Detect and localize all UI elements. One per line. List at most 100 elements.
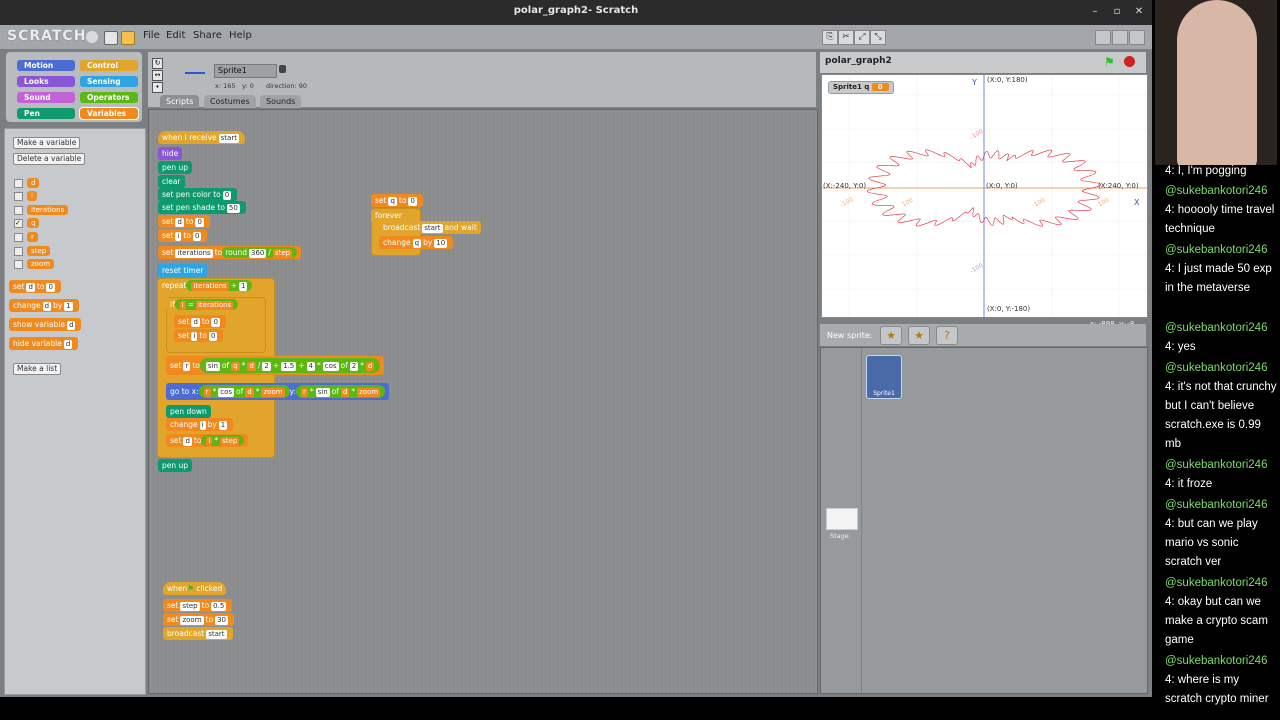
- change-i-block[interactable]: change i by 1: [166, 418, 234, 431]
- if-block[interactable]: if i = iterations: [166, 298, 243, 311]
- zoom-reporter[interactable]: zoom: [357, 388, 381, 397]
- message-slot[interactable]: start: [206, 630, 227, 639]
- palette-hide-variable-block[interactable]: hide variable d: [9, 337, 79, 350]
- set-d-block[interactable]: set d to 0: [158, 215, 210, 228]
- category-control[interactable]: Control: [80, 60, 138, 71]
- pen-up-block[interactable]: pen up: [158, 161, 193, 174]
- variable-q[interactable]: q: [27, 218, 40, 228]
- set-q-block[interactable]: set q to 0: [371, 194, 423, 207]
- d-reporter[interactable]: d: [245, 388, 254, 397]
- duplicate-tool-icon[interactable]: ⎘: [822, 30, 838, 45]
- rotate-style-icon[interactable]: ↻: [152, 58, 163, 69]
- checkbox-zoom[interactable]: [14, 260, 23, 269]
- small-stage-icon[interactable]: [1095, 30, 1111, 45]
- category-looks[interactable]: Looks: [17, 76, 75, 87]
- var-slot[interactable]: iterations: [175, 249, 213, 258]
- set-i-block[interactable]: set i to 0: [158, 229, 208, 242]
- value-slot[interactable]: 0: [46, 283, 55, 292]
- x-formula-reporter[interactable]: r * cos of d * zoom: [198, 385, 290, 398]
- value-slot[interactable]: 50: [226, 204, 240, 213]
- value-slot[interactable]: 1: [238, 282, 248, 291]
- tab-sounds[interactable]: Sounds: [260, 95, 302, 108]
- maximize-icon[interactable]: ▫: [1110, 5, 1124, 19]
- category-pen[interactable]: Pen: [17, 108, 75, 119]
- checkbox-iterations[interactable]: [14, 206, 23, 215]
- set-r-block[interactable]: set r to sin of q * d/2 +1.5 +4 * cos of 2 * d: [166, 356, 385, 375]
- step-reporter[interactable]: step: [272, 249, 293, 258]
- broadcast-and-wait-block[interactable]: broadcast start and wait: [379, 221, 481, 234]
- var-slot[interactable]: i: [199, 421, 206, 430]
- make-variable-button[interactable]: Make a variable: [13, 137, 81, 149]
- flip-style-icon[interactable]: ↔: [152, 70, 163, 81]
- change-q-block[interactable]: change q by 10: [379, 236, 454, 249]
- value-slot[interactable]: 0: [195, 218, 204, 227]
- paint-sprite-icon[interactable]: ★: [880, 326, 902, 345]
- set-iterations-block[interactable]: set iterations to round 360/step: [158, 246, 302, 259]
- stop-icon[interactable]: [1124, 56, 1135, 67]
- message-slot[interactable]: start: [422, 224, 443, 233]
- set-zoom-block[interactable]: set zoom to 30: [163, 613, 234, 626]
- value-slot[interactable]: 2: [262, 362, 271, 371]
- value-slot[interactable]: 1: [64, 302, 73, 311]
- menu-share[interactable]: Share: [193, 30, 222, 41]
- set-pen-shade-block[interactable]: set pen shade to 50: [158, 201, 246, 214]
- round-reporter[interactable]: round 360/step: [222, 247, 298, 258]
- go-to-xy-block[interactable]: go to x: r * cos of d * zoom y: r * sin of d * zoom: [166, 383, 390, 400]
- grow-tool-icon[interactable]: ⤢: [854, 30, 870, 45]
- value-slot[interactable]: 360: [249, 249, 267, 258]
- variable-step[interactable]: step: [27, 246, 51, 256]
- message-slot[interactable]: start: [218, 134, 239, 143]
- value-slot[interactable]: 1: [218, 421, 228, 430]
- checkbox-q[interactable]: ✓: [14, 219, 23, 228]
- if-set-i-block[interactable]: set i to 0: [174, 329, 224, 342]
- plus-reporter[interactable]: iterations +1: [186, 280, 253, 291]
- delete-variable-button[interactable]: Delete a variable: [13, 153, 86, 165]
- variable-r[interactable]: r: [27, 232, 38, 242]
- var-slot[interactable]: d: [175, 218, 184, 227]
- d-reporter[interactable]: d: [340, 388, 350, 397]
- palette-change-block[interactable]: change d by 1: [9, 299, 79, 312]
- if-set-d-block[interactable]: set d to 0: [174, 315, 226, 328]
- cos-slot[interactable]: cos: [322, 362, 339, 371]
- var-slot[interactable]: step: [180, 602, 200, 611]
- shrink-tool-icon[interactable]: ⤡: [870, 30, 886, 45]
- category-variables[interactable]: Variables: [80, 108, 138, 119]
- variable-iterations[interactable]: iterations: [27, 205, 69, 215]
- q-reporter[interactable]: q: [231, 362, 240, 371]
- tab-scripts[interactable]: Scripts: [160, 95, 200, 108]
- normal-stage-icon[interactable]: [1112, 30, 1128, 45]
- checkbox-step[interactable]: [14, 247, 23, 256]
- pen-down-block[interactable]: pen down: [166, 405, 211, 418]
- var-slot[interactable]: d: [183, 437, 192, 446]
- sprite-thumb-sprite1[interactable]: Sprite1: [866, 355, 902, 399]
- step-reporter[interactable]: step: [220, 437, 240, 446]
- value-slot[interactable]: 30: [215, 616, 228, 625]
- save-icon[interactable]: [104, 31, 118, 45]
- lock-icon[interactable]: [279, 65, 286, 73]
- d-reporter[interactable]: d: [247, 362, 256, 371]
- share-icon[interactable]: [121, 31, 135, 45]
- iterations-reporter[interactable]: iterations: [195, 301, 234, 310]
- value-slot[interactable]: 10: [434, 239, 448, 248]
- var-slot[interactable]: q: [388, 197, 397, 206]
- var-slot[interactable]: i: [175, 232, 182, 241]
- broadcast-block[interactable]: broadcast start: [163, 627, 233, 640]
- times-reporter[interactable]: i * step: [201, 435, 245, 446]
- value-slot[interactable]: 0: [211, 318, 220, 327]
- y-formula-reporter[interactable]: r * sin of d * zoom: [295, 385, 386, 398]
- i-reporter[interactable]: i: [179, 301, 186, 310]
- hide-block[interactable]: hide: [158, 147, 183, 160]
- equals-reporter[interactable]: i = iterations: [174, 299, 239, 310]
- category-sound[interactable]: Sound: [17, 92, 75, 103]
- value-slot[interactable]: 1.5: [281, 362, 297, 371]
- cut-tool-icon[interactable]: ✂: [838, 30, 854, 45]
- cos-slot[interactable]: cos: [218, 388, 235, 397]
- presentation-mode-icon[interactable]: [1129, 30, 1145, 45]
- zoom-reporter[interactable]: zoom: [261, 388, 285, 397]
- category-motion[interactable]: Motion: [17, 60, 75, 71]
- close-icon[interactable]: ✕: [1132, 5, 1146, 19]
- sprite-name-field[interactable]: Sprite1: [214, 64, 277, 78]
- var-slot[interactable]: d: [191, 318, 200, 327]
- value-slot[interactable]: 0: [208, 332, 218, 341]
- set-d-step-block[interactable]: set d to i * step: [166, 434, 249, 447]
